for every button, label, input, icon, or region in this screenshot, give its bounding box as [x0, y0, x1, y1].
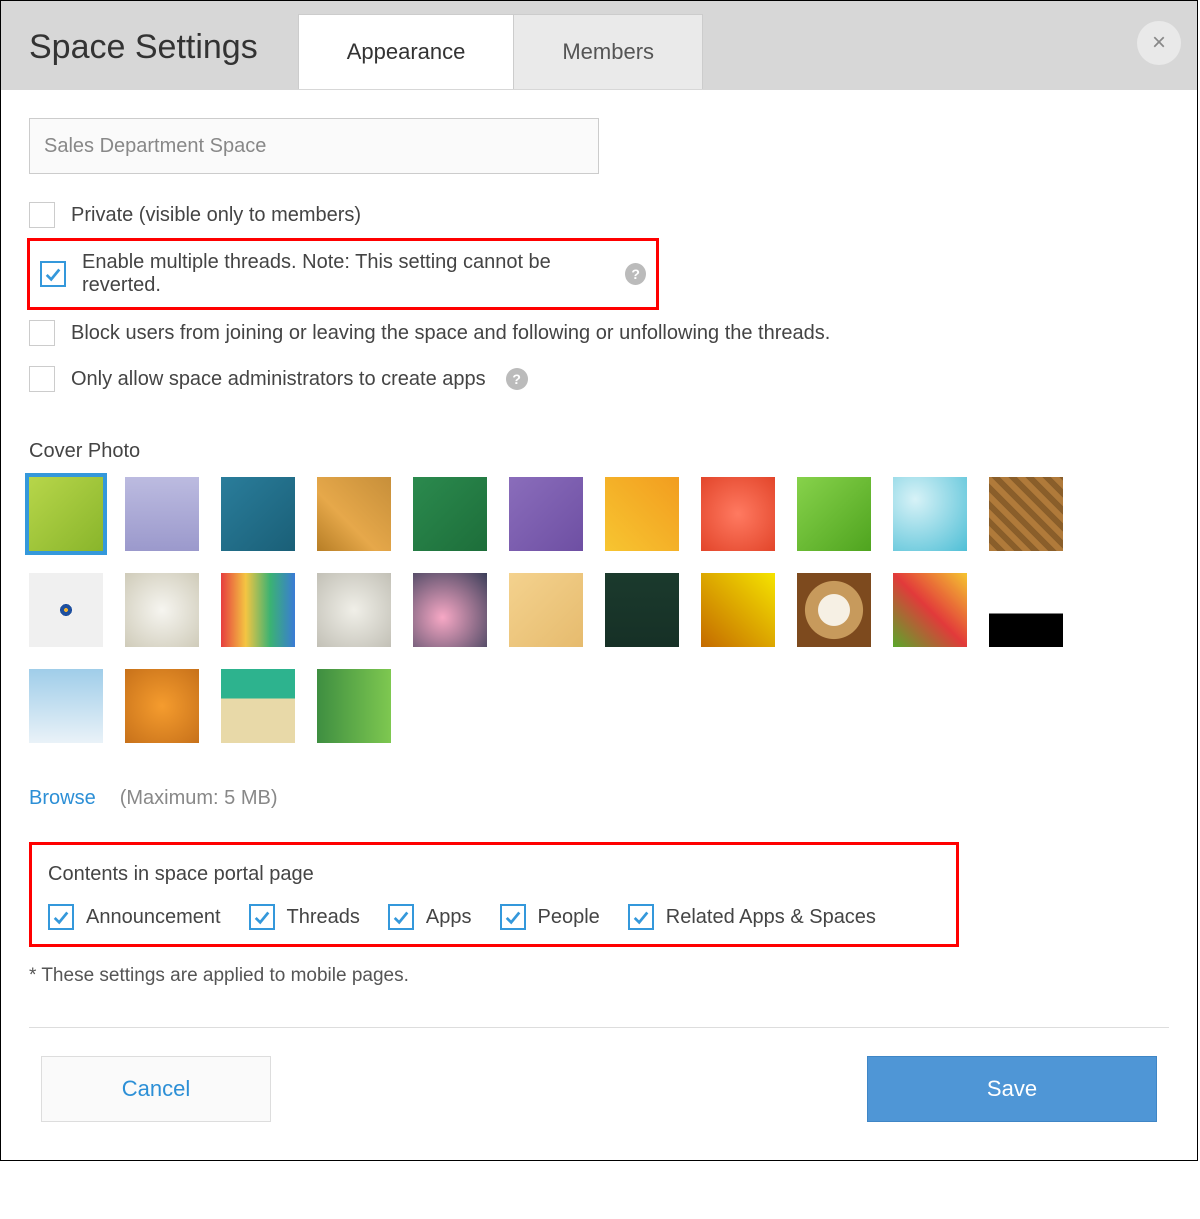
- option-label: Only allow space administrators to creat…: [71, 368, 486, 391]
- checkbox[interactable]: [29, 202, 55, 228]
- portal-item-label: Announcement: [86, 906, 221, 929]
- tab-label: Members: [562, 39, 654, 64]
- cover-thumb[interactable]: [125, 477, 199, 551]
- option-label: Private (visible only to members): [71, 204, 361, 227]
- cover-thumb[interactable]: [893, 477, 967, 551]
- option-threads: Enable multiple threads. Note: This sett…: [27, 238, 659, 310]
- tab-label: Appearance: [347, 39, 466, 64]
- check-icon: [392, 908, 410, 926]
- portal-item: Threads: [249, 904, 360, 930]
- tabs: Appearance Members: [298, 14, 703, 89]
- options-list: Private (visible only to members) Enable …: [29, 192, 1169, 402]
- cover-thumb[interactable]: [413, 573, 487, 647]
- cover-thumb[interactable]: [989, 573, 1063, 647]
- tab-members[interactable]: Members: [514, 14, 703, 89]
- cover-thumb[interactable]: [317, 669, 391, 743]
- portal-item-label: People: [538, 906, 600, 929]
- cover-thumb[interactable]: [413, 477, 487, 551]
- option-label: Block users from joining or leaving the …: [71, 322, 830, 345]
- browse-note: (Maximum: 5 MB): [120, 787, 278, 810]
- space-name-input[interactable]: [29, 118, 599, 174]
- cover-thumb[interactable]: [989, 477, 1063, 551]
- cover-thumb[interactable]: [605, 477, 679, 551]
- portal-item-label: Related Apps & Spaces: [666, 906, 876, 929]
- portal-item-label: Apps: [426, 906, 472, 929]
- cover-thumb[interactable]: [701, 573, 775, 647]
- option-private: Private (visible only to members): [29, 192, 1169, 238]
- checkbox[interactable]: [29, 320, 55, 346]
- help-icon[interactable]: ?: [625, 263, 646, 285]
- help-icon[interactable]: ?: [506, 368, 528, 390]
- dialog-header: Space Settings Appearance Members ×: [1, 1, 1197, 90]
- cover-thumb[interactable]: [221, 573, 295, 647]
- portal-item: Announcement: [48, 904, 221, 930]
- portal-checkboxes: Announcement Threads Apps People Related App…: [48, 904, 940, 930]
- check-icon: [44, 265, 62, 283]
- checkbox[interactable]: [249, 904, 275, 930]
- portal-item: Apps: [388, 904, 472, 930]
- check-icon: [52, 908, 70, 926]
- cover-thumb[interactable]: [605, 573, 679, 647]
- cover-thumb[interactable]: [221, 669, 295, 743]
- cover-thumb[interactable]: [701, 477, 775, 551]
- mobile-footnote: * These settings are applied to mobile p…: [29, 965, 1169, 987]
- checkbox[interactable]: [29, 366, 55, 392]
- portal-item-label: Threads: [287, 906, 360, 929]
- portal-section-label: Contents in space portal page: [48, 863, 940, 886]
- checkbox[interactable]: [628, 904, 654, 930]
- dialog-footer: Cancel Save: [29, 1027, 1169, 1150]
- cover-thumb[interactable]: [125, 573, 199, 647]
- portal-contents-box: Contents in space portal page Announceme…: [29, 842, 959, 947]
- checkbox[interactable]: [500, 904, 526, 930]
- cover-thumb[interactable]: [893, 573, 967, 647]
- close-button[interactable]: ×: [1137, 21, 1181, 65]
- checkbox[interactable]: [40, 261, 66, 287]
- cover-thumb[interactable]: [29, 573, 103, 647]
- close-icon: ×: [1152, 29, 1166, 57]
- tab-appearance[interactable]: Appearance: [298, 14, 515, 89]
- portal-item: People: [500, 904, 600, 930]
- button-label: Save: [987, 1076, 1037, 1102]
- space-settings-dialog: Space Settings Appearance Members × Priv…: [0, 0, 1198, 1161]
- cover-photo-label: Cover Photo: [29, 440, 1169, 463]
- browse-row: Browse (Maximum: 5 MB): [29, 787, 1169, 810]
- cancel-button[interactable]: Cancel: [41, 1056, 271, 1122]
- cover-thumb[interactable]: [221, 477, 295, 551]
- check-icon: [632, 908, 650, 926]
- check-icon: [504, 908, 522, 926]
- cover-thumb[interactable]: [797, 477, 871, 551]
- button-label: Cancel: [122, 1076, 190, 1102]
- check-icon: [253, 908, 271, 926]
- cover-thumb[interactable]: [509, 573, 583, 647]
- dialog-title: Space Settings: [29, 28, 298, 89]
- checkbox[interactable]: [388, 904, 414, 930]
- portal-item: Related Apps & Spaces: [628, 904, 876, 930]
- option-label: Enable multiple threads. Note: This sett…: [82, 251, 605, 297]
- option-adminapp: Only allow space administrators to creat…: [29, 356, 1169, 402]
- cover-thumb[interactable]: [509, 477, 583, 551]
- browse-link[interactable]: Browse: [29, 787, 96, 810]
- dialog-body: Private (visible only to members) Enable …: [1, 90, 1197, 1160]
- cover-thumb[interactable]: [29, 669, 103, 743]
- option-block: Block users from joining or leaving the …: [29, 310, 1169, 356]
- cover-thumb[interactable]: [797, 573, 871, 647]
- save-button[interactable]: Save: [867, 1056, 1157, 1122]
- cover-thumb[interactable]: [29, 477, 103, 551]
- cover-thumb[interactable]: [317, 573, 391, 647]
- cover-thumb[interactable]: [317, 477, 391, 551]
- cover-photo-grid: [29, 477, 1129, 743]
- checkbox[interactable]: [48, 904, 74, 930]
- cover-thumb[interactable]: [125, 669, 199, 743]
